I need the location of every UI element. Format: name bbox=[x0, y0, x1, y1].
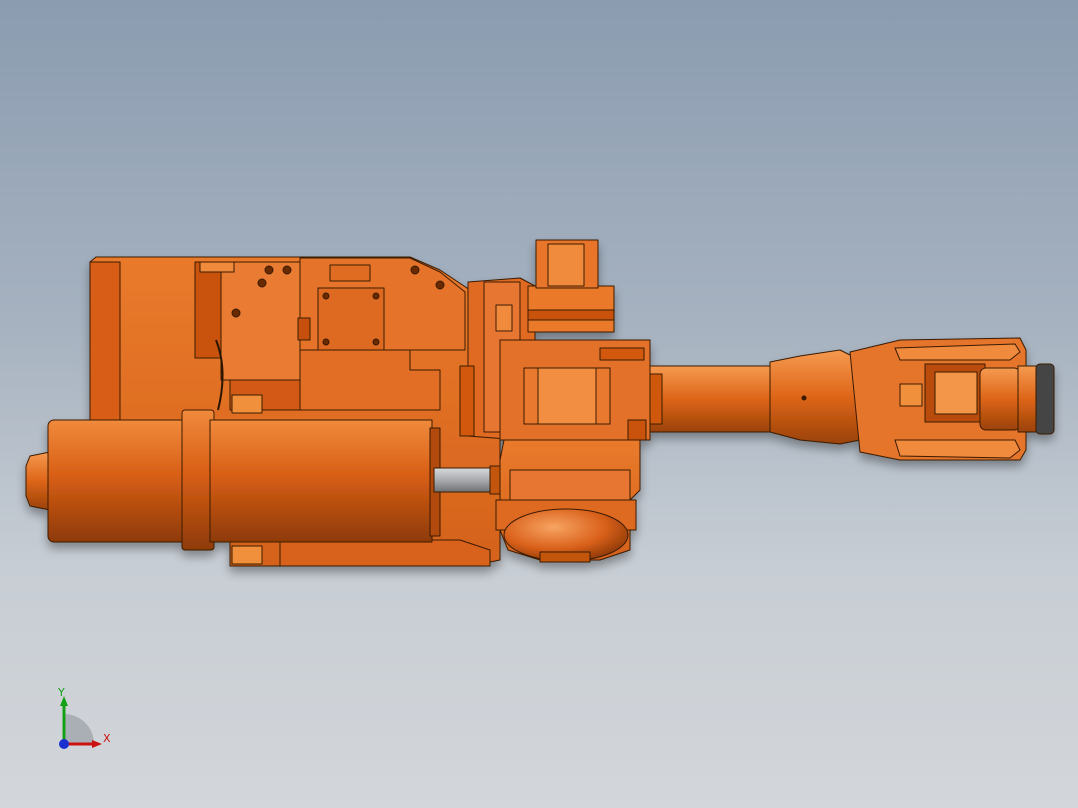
x-axis-arrowhead bbox=[92, 740, 102, 748]
rotary-base[interactable] bbox=[495, 439, 641, 563]
wrist-assembly[interactable] bbox=[849, 337, 1055, 461]
cad-3d-viewport[interactable]: X Y bbox=[0, 0, 1078, 808]
triad-plane-shading bbox=[64, 714, 94, 744]
x-axis-label: X bbox=[103, 732, 111, 745]
upper-arm[interactable] bbox=[649, 349, 861, 445]
shoulder-gearbox[interactable] bbox=[459, 239, 651, 441]
z-axis-dot bbox=[59, 739, 69, 749]
robot-arm-model[interactable] bbox=[0, 0, 1078, 808]
counterbalance-cylinder[interactable] bbox=[25, 409, 511, 551]
y-axis-label: Y bbox=[58, 686, 65, 699]
